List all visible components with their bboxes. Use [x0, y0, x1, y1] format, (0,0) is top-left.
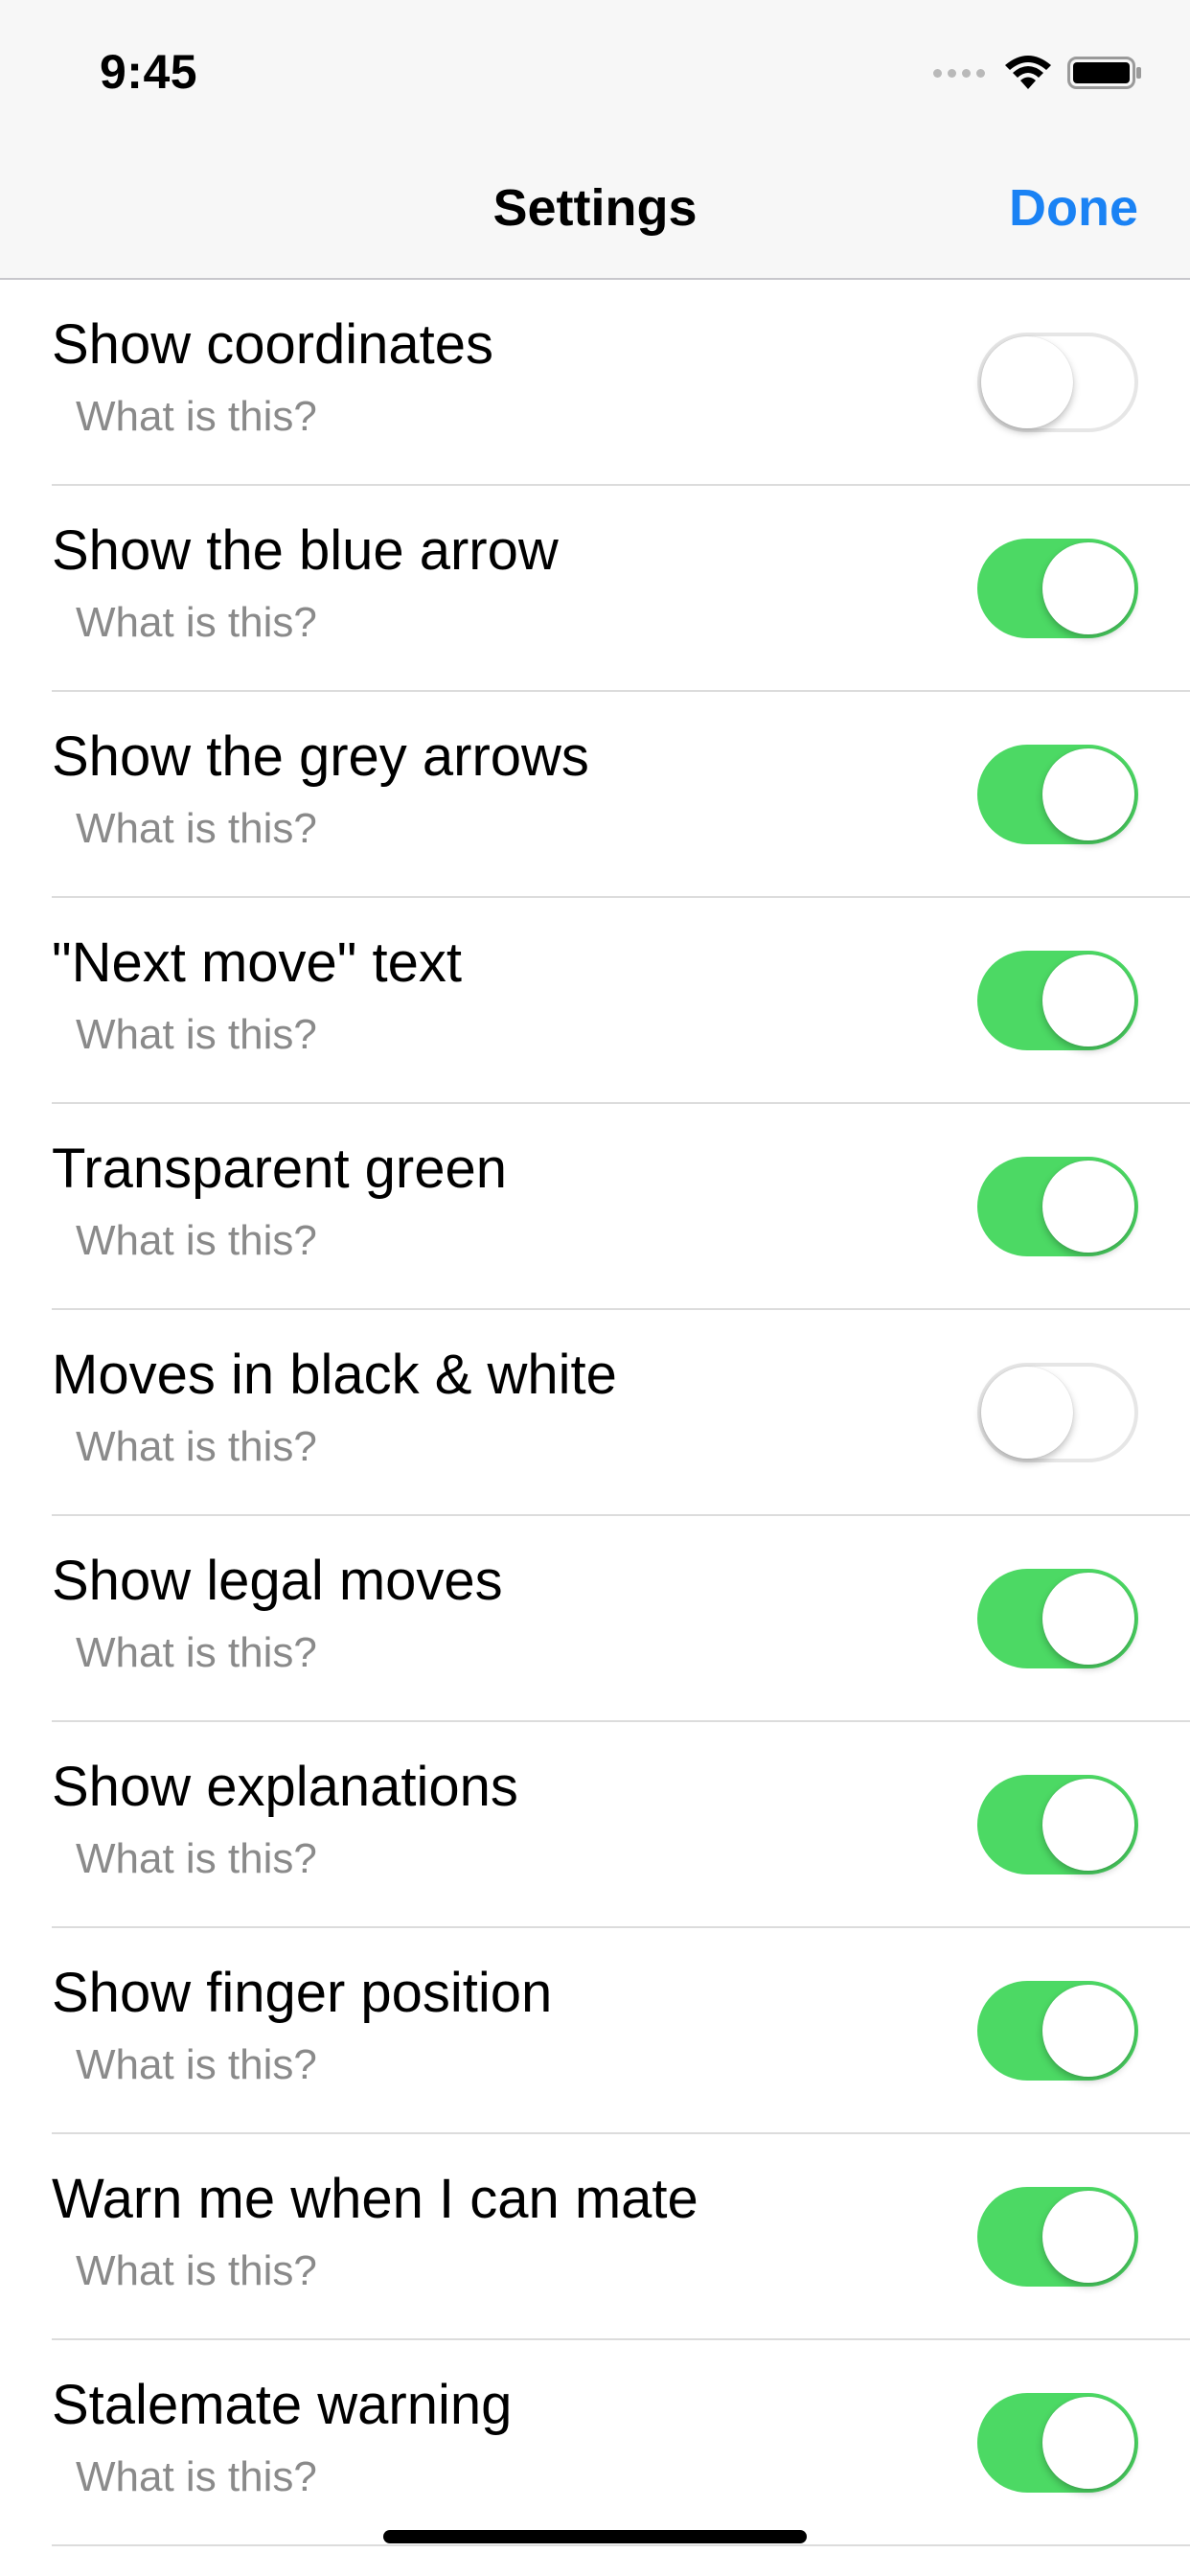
status-icons [933, 54, 1142, 92]
setting-toggle[interactable] [977, 951, 1138, 1050]
toggle-knob [1042, 1985, 1134, 2077]
setting-label: Show coordinates [52, 313, 494, 376]
what-is-this-link[interactable]: What is this? [76, 2247, 317, 2295]
settings-row: Show finger position What is this? [0, 1928, 1190, 2134]
toggle-knob [1042, 2397, 1134, 2489]
setting-label: Transparent green [52, 1138, 508, 1200]
setting-toggle[interactable] [977, 2393, 1138, 2493]
setting-label: Stalemate warning [52, 2374, 513, 2436]
setting-toggle[interactable] [977, 1981, 1138, 2081]
settings-row: Warn me when I can mate What is this? [0, 2134, 1190, 2340]
settings-row: Show the grey arrows What is this? [0, 692, 1190, 898]
toggle-knob [981, 1367, 1073, 1459]
toggle-knob [1042, 1573, 1134, 1665]
settings-row: "Next move" text What is this? [0, 898, 1190, 1104]
what-is-this-link[interactable]: What is this? [76, 1629, 317, 1677]
setting-label: Show the grey arrows [52, 725, 589, 788]
setting-toggle[interactable] [977, 1363, 1138, 1462]
settings-row: Transparent green What is this? [0, 1104, 1190, 1310]
what-is-this-link[interactable]: What is this? [76, 1835, 317, 1883]
settings-row: Show the blue arrow What is this? [0, 486, 1190, 692]
what-is-this-link[interactable]: What is this? [76, 805, 317, 853]
status-time: 9:45 [100, 45, 198, 99]
setting-label: "Next move" text [52, 932, 462, 994]
setting-toggle[interactable] [977, 1775, 1138, 1874]
what-is-this-link[interactable]: What is this? [76, 393, 317, 441]
toggle-knob [981, 336, 1073, 428]
toggle-knob [1042, 1779, 1134, 1871]
settings-row: Show legal moves What is this? [0, 1516, 1190, 1722]
what-is-this-link[interactable]: What is this? [76, 2041, 317, 2089]
setting-label: Show finger position [52, 1962, 553, 2024]
navigation-bar: 9:45 Settings Done [0, 0, 1190, 280]
home-indicator[interactable] [383, 2530, 807, 2543]
what-is-this-link[interactable]: What is this? [76, 1423, 317, 1471]
setting-toggle[interactable] [977, 1569, 1138, 1668]
settings-row: Moves in black & white What is this? [0, 1310, 1190, 1516]
setting-toggle[interactable] [977, 333, 1138, 432]
settings-row: Show explanations What is this? [0, 1722, 1190, 1928]
setting-toggle[interactable] [977, 539, 1138, 638]
done-button[interactable]: Done [1009, 178, 1138, 238]
toggle-knob [1042, 542, 1134, 634]
setting-toggle[interactable] [977, 745, 1138, 844]
what-is-this-link[interactable]: What is this? [76, 1217, 317, 1265]
cellular-signal-icon [933, 68, 985, 78]
settings-screen: 9:45 Settings Done Show coordinates What … [0, 0, 1190, 2576]
setting-toggle[interactable] [977, 1157, 1138, 1256]
toggle-knob [1042, 748, 1134, 840]
what-is-this-link[interactable]: What is this? [76, 1011, 317, 1059]
what-is-this-link[interactable]: What is this? [76, 2453, 317, 2501]
setting-label: Moves in black & white [52, 1344, 617, 1406]
wifi-icon [1005, 56, 1051, 89]
what-is-this-link[interactable]: What is this? [76, 599, 317, 647]
settings-row: Show coordinates What is this? [0, 280, 1190, 486]
setting-label: Show the blue arrow [52, 519, 559, 582]
setting-label: Warn me when I can mate [52, 2168, 698, 2230]
setting-label: Show explanations [52, 1756, 518, 1818]
setting-toggle[interactable] [977, 2187, 1138, 2287]
setting-label: Show legal moves [52, 1550, 503, 1612]
toggle-knob [1042, 954, 1134, 1046]
settings-list: Show coordinates What is this? Show the bl… [0, 280, 1190, 2546]
toggle-knob [1042, 2191, 1134, 2283]
settings-row: Stalemate warning What is this? [0, 2340, 1190, 2546]
toggle-knob [1042, 1161, 1134, 1253]
battery-icon [1067, 57, 1141, 89]
